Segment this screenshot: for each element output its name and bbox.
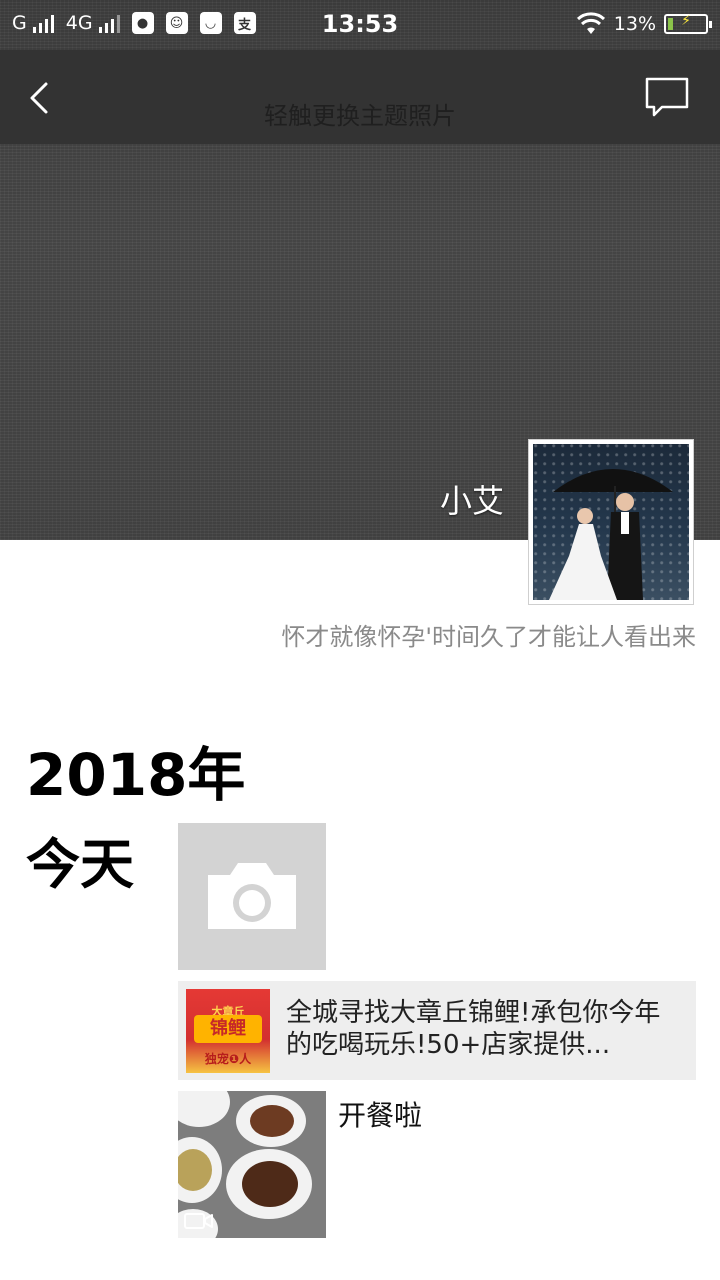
avatar[interactable] (528, 439, 694, 605)
day-heading: 今天 (26, 833, 134, 896)
article-title: 全城寻找大章丘锦鲤!承包你今年的吃喝玩乐!50+店家提供... (286, 998, 661, 1060)
nav-bar: 轻触更换主题照片 (0, 50, 720, 144)
post-new-photo-button[interactable] (178, 823, 326, 970)
status-bar: G 4G ● ☺ ◡ 支 13:53 13% ⚡ (0, 0, 720, 50)
article-thumbnail: 大章丘 锦鲤 独宠❶人 (186, 989, 270, 1073)
shared-article-post[interactable]: 大章丘 锦鲤 独宠❶人 全城寻找大章丘锦鲤!承包你今年的吃喝玩乐!50+店家提供… (178, 981, 696, 1080)
wifi-icon (576, 12, 605, 34)
profile-signature: 怀才就像怀孕'时间久了才能让人看出来 (281, 623, 696, 651)
year-heading: 2018年 (26, 741, 246, 809)
charging-bolt-icon: ⚡ (681, 13, 691, 29)
messages-button[interactable] (644, 76, 690, 120)
food-bowl (178, 1091, 230, 1127)
video-caption: 开餐啦 (338, 1099, 423, 1132)
thumb-main-text: 锦鲤 (194, 1015, 262, 1043)
battery-percent: 13% (613, 13, 656, 35)
change-cover-hint[interactable]: 轻触更换主题照片 (0, 96, 720, 131)
camera-icon (208, 863, 296, 929)
status-right: 13% ⚡ (576, 12, 712, 36)
profile-name: 小艾 (439, 482, 504, 520)
video-camera-icon (184, 1213, 213, 1229)
avatar-photo (533, 444, 689, 600)
video-post-thumbnail[interactable] (178, 1091, 326, 1238)
thumb-bottom-text: 独宠❶人 (204, 1052, 252, 1066)
food-dish (250, 1105, 294, 1137)
battery-icon: ⚡ (664, 13, 712, 34)
couple-photo-icon (549, 469, 673, 600)
comment-bubble-icon (645, 77, 689, 117)
food-dish (242, 1161, 298, 1207)
